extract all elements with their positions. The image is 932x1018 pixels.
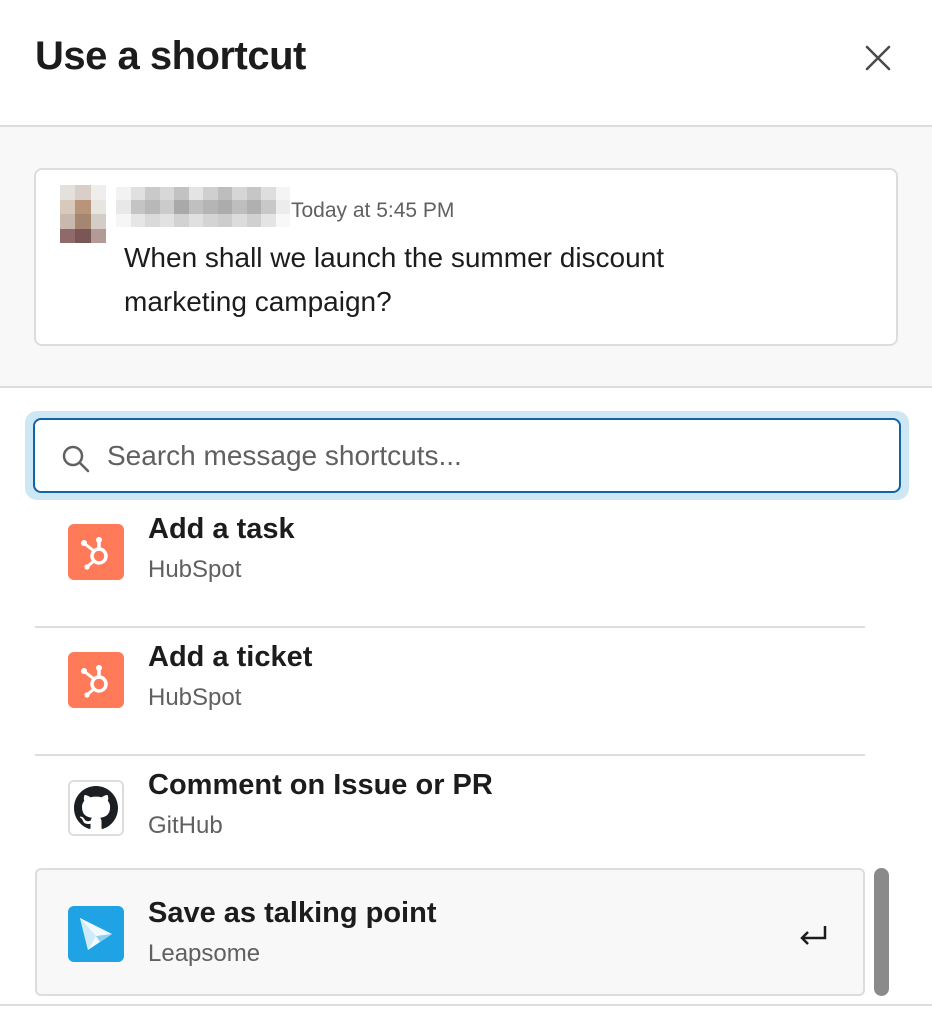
message-timestamp: Today at 5:45 PM [291, 199, 455, 222]
leapsome-icon [68, 906, 124, 962]
hubspot-icon [68, 652, 124, 708]
divider [0, 1004, 932, 1006]
shortcut-app-name: HubSpot [148, 684, 242, 711]
hubspot-icon [68, 524, 124, 580]
message-preview-area: Today at 5:45 PM When shall we launch th… [0, 127, 932, 388]
scrollbar-thumb[interactable] [874, 868, 889, 996]
dialog-title: Use a shortcut [35, 34, 306, 78]
search-input[interactable] [107, 434, 867, 478]
shortcut-app-name: Leapsome [148, 940, 261, 967]
shortcut-item-comment-issue[interactable]: Comment on Issue or PR GitHub [35, 756, 865, 884]
shortcut-item-add-ticket[interactable]: Add a ticket HubSpot [35, 628, 865, 756]
avatar [60, 185, 106, 243]
close-button[interactable] [856, 36, 900, 80]
message-text: When shall we launch the summer discount… [124, 242, 665, 317]
shortcut-title: Save as talking point [148, 897, 437, 929]
search-focus-ring [25, 411, 909, 500]
shortcut-item-add-task[interactable]: Add a task HubSpot [35, 500, 865, 628]
shortcut-item-save-talking-point[interactable]: Save as talking point Leapsome [35, 868, 865, 996]
shortcut-title: Add a ticket [148, 641, 313, 673]
search-box[interactable] [33, 418, 901, 493]
shortcut-app-name: HubSpot [148, 556, 242, 583]
search-icon [62, 445, 90, 473]
shortcut-title: Comment on Issue or PR [148, 769, 493, 801]
shortcut-app-name: GitHub [148, 812, 223, 839]
shortcut-title: Add a task [148, 513, 295, 545]
github-icon [68, 780, 124, 836]
enter-key-icon [800, 926, 827, 945]
shortcut-list: Add a task HubSpot Add a ticket HubSpot [0, 500, 932, 1010]
sender-name-redacted [116, 187, 290, 227]
close-icon [865, 45, 891, 71]
dialog-header: Use a shortcut [0, 0, 932, 127]
message-card: Today at 5:45 PM When shall we launch th… [34, 168, 898, 346]
